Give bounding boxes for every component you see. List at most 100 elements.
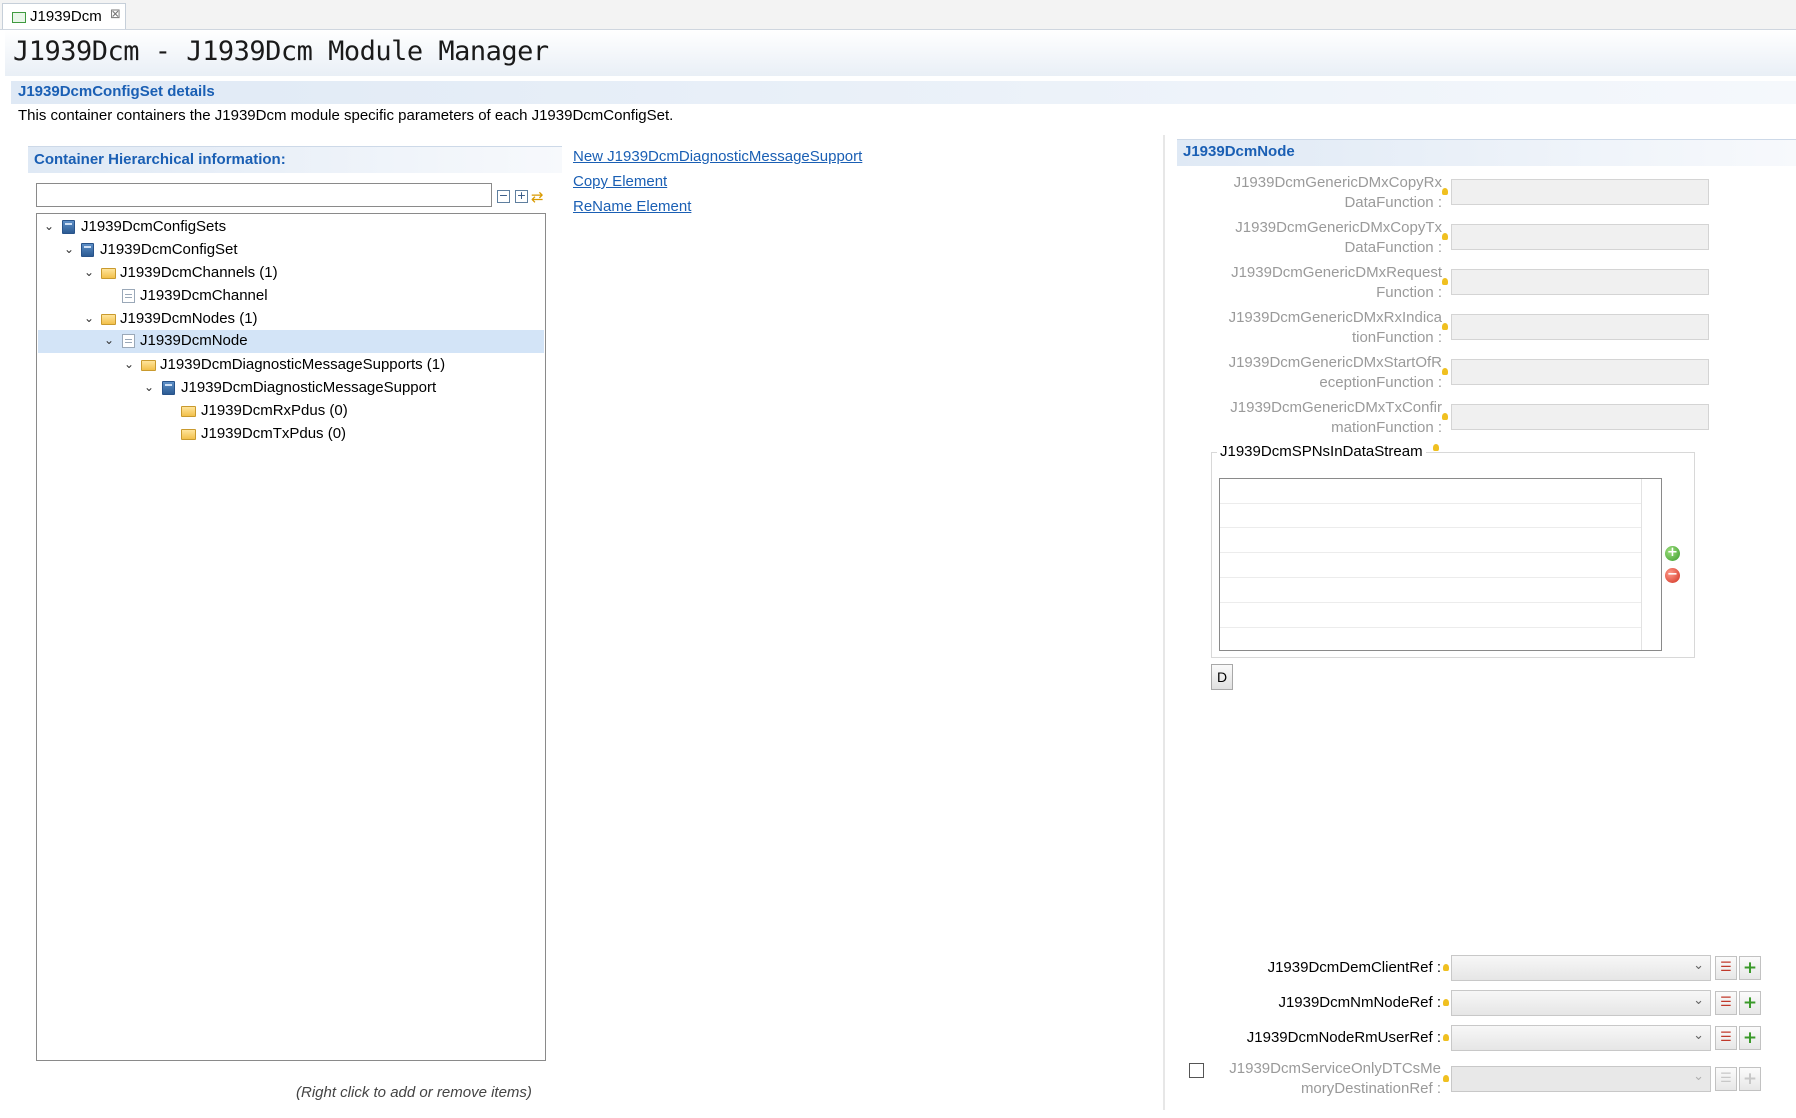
chevron-down-icon: ⌄: [1693, 993, 1704, 1008]
chevron-down-icon[interactable]: ⌄: [44, 219, 54, 233]
collapse-all-icon[interactable]: −: [497, 190, 510, 203]
hint-bulb-icon: [1443, 1075, 1449, 1082]
chevron-down-icon[interactable]: ⌄: [144, 380, 154, 394]
config-icon: [162, 381, 175, 395]
param-label-txconfirmation: J1939DcmGenericDMxTxConfir mationFunction…: [1230, 399, 1442, 436]
param-label-copytx: J1939DcmGenericDMxCopyTx DataFunction :: [1235, 219, 1442, 256]
tree-item-label: J1939DcmNode: [140, 332, 248, 349]
folder-icon: [141, 360, 156, 371]
editor-tab-bar: [0, 0, 1796, 30]
add-icon[interactable]: +: [1739, 991, 1761, 1015]
hint-bulb-icon: [1442, 368, 1448, 375]
dtc-memory-ref-select[interactable]: ⌄: [1451, 1066, 1711, 1092]
table-row[interactable]: [1220, 602, 1641, 603]
chevron-down-icon[interactable]: ⌄: [84, 311, 94, 325]
node-panel-title: J1939DcmNode: [1183, 143, 1295, 160]
tree-item-diag-support[interactable]: ⌄ J1939DcmDiagnosticMessageSupport: [38, 377, 544, 400]
folder-icon: [181, 406, 196, 417]
chevron-down-icon[interactable]: ⌄: [104, 333, 114, 347]
tree-item-configsets[interactable]: ⌄ J1939DcmConfigSets: [38, 216, 544, 239]
section-description: This container containers the J1939Dcm m…: [18, 107, 674, 124]
container-tree[interactable]: ⌄ J1939DcmConfigSets ⌄ J1939DcmConfigSet…: [36, 213, 546, 1061]
list-icon[interactable]: ☰: [1715, 956, 1737, 980]
tree-item-diag-supports[interactable]: ⌄ J1939DcmDiagnosticMessageSupports (1): [38, 354, 544, 377]
hint-bulb-icon: [1442, 413, 1448, 420]
chevron-down-icon[interactable]: ⌄: [64, 242, 74, 256]
tree-item-txpdus[interactable]: J1939DcmTxPdus (0): [38, 423, 544, 446]
tree-item-label: J1939DcmChannel: [140, 287, 268, 304]
rxindication-function-field[interactable]: [1451, 314, 1709, 340]
hint-bulb-icon: [1442, 233, 1448, 240]
tree-item-label: J1939DcmDiagnosticMessageSupports (1): [160, 356, 446, 373]
expand-all-icon[interactable]: +: [515, 190, 528, 203]
table-row[interactable]: [1220, 627, 1641, 628]
tree-hint-text: (Right click to add or remove items): [296, 1084, 532, 1101]
editor-tab[interactable]: J1939Dcm ⊠: [2, 3, 126, 29]
tree-item-rxpdus[interactable]: J1939DcmRxPdus (0): [38, 400, 544, 423]
page-title: J1939Dcm - J1939Dcm Module Manager: [13, 36, 549, 67]
tree-item-label: J1939DcmChannels (1): [120, 264, 278, 281]
tree-item-label: J1939DcmConfigSets: [81, 218, 227, 235]
table-column-divider: [1641, 479, 1642, 650]
chevron-down-icon: ⌄: [1693, 958, 1704, 973]
chevron-down-icon[interactable]: ⌄: [84, 265, 94, 279]
node-rm-user-ref-select[interactable]: ⌄: [1451, 1025, 1711, 1051]
txconfirmation-function-field[interactable]: [1451, 404, 1709, 430]
table-row[interactable]: [1220, 503, 1641, 504]
add-icon[interactable]: +: [1739, 1067, 1761, 1091]
file-icon: [122, 334, 135, 348]
tree-item-label: J1939DcmRxPdus (0): [201, 402, 348, 419]
tree-item-label: J1939DcmDiagnosticMessageSupport: [181, 379, 437, 396]
remove-row-icon[interactable]: −: [1665, 568, 1680, 583]
nm-node-ref-select[interactable]: ⌄: [1451, 990, 1711, 1016]
request-function-field[interactable]: [1451, 269, 1709, 295]
new-element-link[interactable]: New J1939DcmDiagnosticMessageSupport: [573, 148, 862, 165]
hint-bulb-icon: [1442, 323, 1448, 330]
close-icon[interactable]: ⊠: [110, 7, 121, 22]
hint-bulb-icon: [1442, 188, 1448, 195]
file-icon: [122, 289, 135, 303]
hint-bulb-icon: [1442, 278, 1448, 285]
dem-client-ref-label: J1939DcmDemClientRef :: [1267, 959, 1441, 976]
add-row-icon[interactable]: +: [1665, 546, 1680, 561]
rename-element-link[interactable]: ReName Element: [573, 198, 691, 215]
editor-file-icon: [12, 12, 26, 23]
link-with-editor-icon[interactable]: ⇄: [531, 188, 544, 206]
list-icon[interactable]: ☰: [1715, 991, 1737, 1015]
nm-node-ref-label: J1939DcmNmNodeRef :: [1278, 994, 1441, 1011]
table-row[interactable]: [1220, 552, 1641, 553]
table-row[interactable]: [1220, 527, 1641, 528]
hint-bulb-icon: [1443, 1034, 1449, 1041]
tree-item-channels[interactable]: ⌄ J1939DcmChannels (1): [38, 262, 544, 285]
d-button[interactable]: D: [1211, 664, 1233, 690]
copytx-function-field[interactable]: [1451, 224, 1709, 250]
tree-filter-input[interactable]: [36, 183, 492, 207]
hint-bulb-icon: [1443, 999, 1449, 1006]
copy-element-link[interactable]: Copy Element: [573, 173, 667, 190]
chevron-down-icon: ⌄: [1693, 1028, 1704, 1043]
hint-bulb-icon: [1443, 964, 1449, 971]
copyrx-function-field[interactable]: [1451, 179, 1709, 205]
add-icon[interactable]: +: [1739, 1026, 1761, 1050]
section-header: [11, 81, 1796, 104]
folder-icon: [101, 268, 116, 279]
chevron-down-icon: ⌄: [1693, 1069, 1704, 1084]
list-icon[interactable]: ☰: [1715, 1026, 1737, 1050]
tree-item-configset[interactable]: ⌄ J1939DcmConfigSet: [38, 239, 544, 262]
spns-group-title: J1939DcmSPNsInDataStream: [1217, 443, 1426, 460]
tree-item-label: J1939DcmTxPdus (0): [201, 425, 347, 442]
panel-divider: [1163, 135, 1165, 1110]
tree-item-node[interactable]: ⌄ J1939DcmNode: [38, 330, 544, 353]
table-row[interactable]: [1220, 577, 1641, 578]
list-icon[interactable]: ☰: [1715, 1067, 1737, 1091]
dem-client-ref-select[interactable]: ⌄: [1451, 955, 1711, 981]
tree-item-label: J1939DcmNodes (1): [120, 310, 258, 327]
tree-item-nodes[interactable]: ⌄ J1939DcmNodes (1): [38, 308, 544, 331]
add-icon[interactable]: +: [1739, 956, 1761, 980]
config-icon: [81, 243, 94, 257]
tree-item-channel[interactable]: J1939DcmChannel: [38, 285, 544, 308]
folder-icon: [181, 429, 196, 440]
chevron-down-icon[interactable]: ⌄: [124, 357, 134, 371]
startofreception-function-field[interactable]: [1451, 359, 1709, 385]
node-rm-user-ref-label: J1939DcmNodeRmUserRef :: [1246, 1029, 1441, 1046]
